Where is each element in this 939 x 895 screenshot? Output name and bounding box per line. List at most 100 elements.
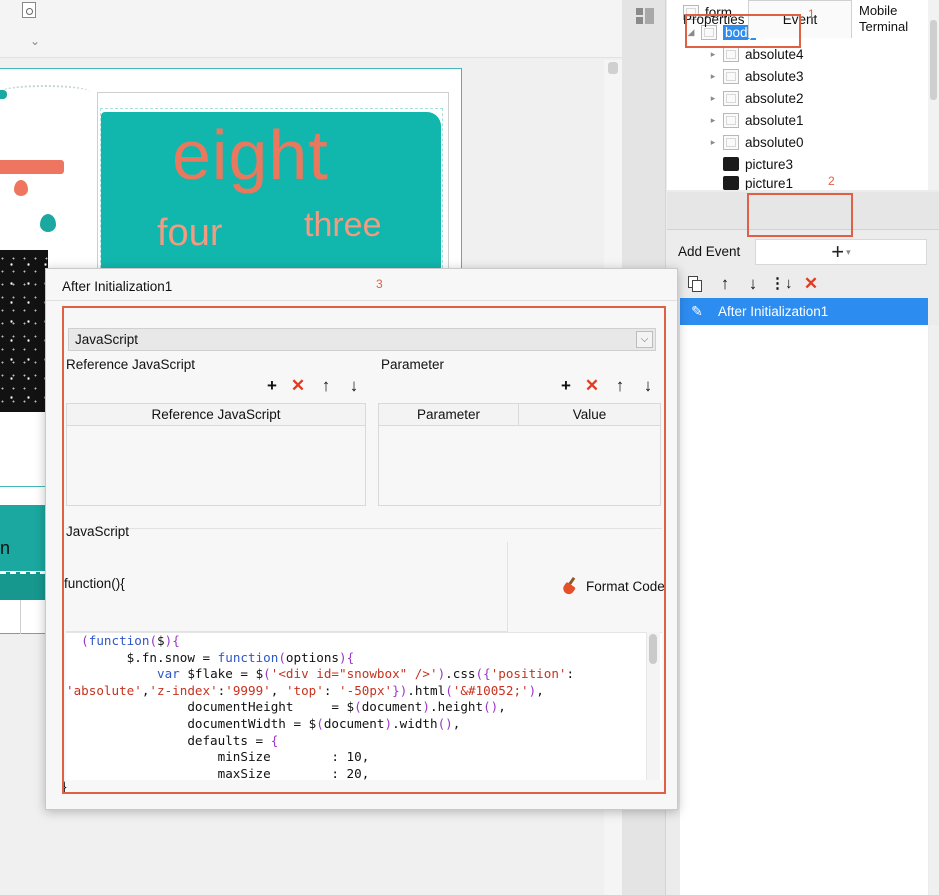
function-header: function(){	[64, 576, 125, 591]
event-list-item[interactable]: ✎ After Initialization1	[680, 298, 928, 325]
collapse-arrow-icon[interactable]: ▸	[707, 93, 719, 104]
annotation-number-3: 3	[376, 277, 383, 291]
table-grid-line	[20, 600, 21, 634]
tree-node-label: absolute0	[745, 134, 804, 150]
code-line: minSize : 10,	[66, 749, 370, 765]
move-to-bottom-icon[interactable]: ⋮↓	[770, 272, 793, 296]
dialog-title: After Initialization1	[62, 279, 173, 294]
tree-node-label: picture1	[745, 176, 794, 190]
collapse-arrow-icon[interactable]: ▸	[707, 71, 719, 82]
collapse-arrow-icon[interactable]: ▸	[707, 115, 719, 126]
chevron-down-icon[interactable]: ⌵	[636, 331, 653, 348]
tree-node-label: absolute4	[745, 46, 804, 62]
tree-node-absolute0[interactable]: ▸ absolute0	[707, 132, 804, 152]
move-up-icon[interactable]: ↑	[714, 272, 736, 296]
event-toolbar: ↑ ↓ ⋮↓ ✕	[680, 272, 928, 296]
tab-properties[interactable]: Properties	[683, 0, 745, 38]
move-down-icon[interactable]: ↓	[742, 272, 764, 296]
event-list	[680, 298, 928, 895]
javascript-section-label: JavaScript	[66, 524, 130, 539]
column-header[interactable]: Reference JavaScript	[67, 404, 365, 426]
decorative-mark	[0, 90, 7, 99]
add-icon[interactable]: +	[556, 376, 576, 396]
tree-node-absolute2[interactable]: ▸ absolute2	[707, 88, 804, 108]
tree-node-label: picture3	[745, 156, 794, 172]
tab-mobile-terminal[interactable]: Mobile Terminal	[859, 0, 908, 38]
tree-node-picture1[interactable]: picture1	[719, 176, 793, 190]
column-header-value[interactable]: Value	[519, 404, 660, 426]
reference-js-section-label: Reference JavaScript	[66, 357, 196, 372]
tab-mobile-line1: Mobile	[859, 3, 898, 18]
plus-icon: +	[831, 239, 845, 264]
table-header-text: n	[0, 538, 11, 558]
card-text-main: eight	[172, 116, 329, 194]
event-list-scrollbar[interactable]	[929, 325, 939, 895]
collapse-arrow-icon[interactable]: ▸	[707, 137, 719, 148]
code-line: 'absolute','z-index':'9999', 'top': '-50…	[66, 682, 544, 698]
language-select[interactable]: JavaScript ⌵	[68, 328, 656, 351]
add-event-button[interactable]: + ▾	[755, 239, 927, 265]
container-icon	[723, 46, 739, 62]
tree-node-absolute4[interactable]: ▸ absolute4	[707, 44, 804, 64]
ornament-teal	[40, 214, 56, 232]
parameter-toolbar: + ✕ ↑ ↓	[556, 376, 660, 396]
picture-icon	[723, 157, 739, 171]
container-icon	[723, 134, 739, 150]
tree-node-label: absolute3	[745, 68, 804, 84]
layout-toggle-icon[interactable]	[636, 8, 654, 24]
collapse-arrow-icon[interactable]: ▸	[707, 49, 719, 60]
tree-scroll-thumb[interactable]	[930, 20, 937, 100]
container-icon	[723, 90, 739, 106]
move-down-icon[interactable]: ↓	[344, 376, 364, 396]
annotation-number-2: 2	[828, 174, 835, 188]
format-code-label: Format Code	[586, 578, 665, 594]
tree-node-absolute1[interactable]: ▸ absolute1	[707, 110, 804, 130]
code-line: $.fn.snow = function(options){	[66, 649, 355, 665]
column-header-parameter[interactable]: Parameter	[379, 404, 519, 426]
code-line: var $flake = $('<div id="snowbox" />').c…	[157, 666, 575, 682]
divider	[66, 528, 662, 529]
broom-icon	[562, 577, 580, 595]
reference-js-grid[interactable]: Reference JavaScript	[66, 403, 366, 506]
move-down-icon[interactable]: ↓	[638, 376, 658, 396]
tree-node-absolute3[interactable]: ▸ absolute3	[707, 66, 804, 86]
tab-mobile-line2: Terminal	[859, 19, 909, 34]
language-select-value: JavaScript	[75, 332, 139, 347]
tab-event[interactable]: Event	[748, 0, 852, 38]
dropdown-arrow-icon: ▾	[846, 246, 851, 257]
format-code-button[interactable]: Format Code	[562, 577, 665, 595]
code-text: (function($){ $.fn.snow = function(optio…	[66, 633, 574, 780]
tree-node-picture3[interactable]: picture3	[719, 154, 793, 174]
code-scroll-thumb[interactable]	[649, 634, 657, 664]
container-icon	[723, 68, 739, 84]
top-toolbar: ⌄	[0, 0, 622, 58]
code-line: maxSize : 20,	[66, 765, 370, 780]
decorative-garland	[0, 85, 90, 99]
canvas-scroll-thumb[interactable]	[608, 62, 618, 74]
delete-icon[interactable]: ✕	[582, 376, 602, 396]
copy-icon[interactable]	[684, 272, 706, 296]
code-line: documentHeight = $(document).height(),	[66, 699, 506, 715]
reference-toolbar: + ✕ ↑ ↓	[262, 376, 366, 396]
add-icon[interactable]: +	[262, 376, 282, 396]
picture-icon	[723, 176, 739, 190]
code-editor[interactable]: (function($){ $.fn.snow = function(optio…	[66, 632, 662, 780]
move-up-icon[interactable]: ↑	[316, 376, 336, 396]
function-header-area	[66, 542, 508, 632]
code-line: documentWidth = $(document).width(),	[66, 715, 461, 731]
delete-icon[interactable]: ✕	[288, 376, 308, 396]
document-preview-icon[interactable]	[22, 2, 36, 18]
tree-node-label: absolute1	[745, 112, 804, 128]
parameter-grid[interactable]: Parameter Value	[378, 403, 661, 506]
delete-icon[interactable]: ✕	[800, 272, 822, 296]
function-footer: }	[62, 779, 67, 794]
code-line: (function($){	[81, 633, 180, 648]
decorative-roof-bar	[0, 154, 64, 174]
code-line: defaults = {	[66, 732, 279, 748]
table-row	[0, 572, 46, 600]
chevron-down-icon[interactable]: ⌄	[30, 34, 40, 48]
night-sky-image	[0, 250, 48, 412]
card-text-left: four	[157, 212, 223, 254]
move-up-icon[interactable]: ↑	[610, 376, 630, 396]
edit-pencil-icon[interactable]: ✎	[684, 303, 710, 320]
